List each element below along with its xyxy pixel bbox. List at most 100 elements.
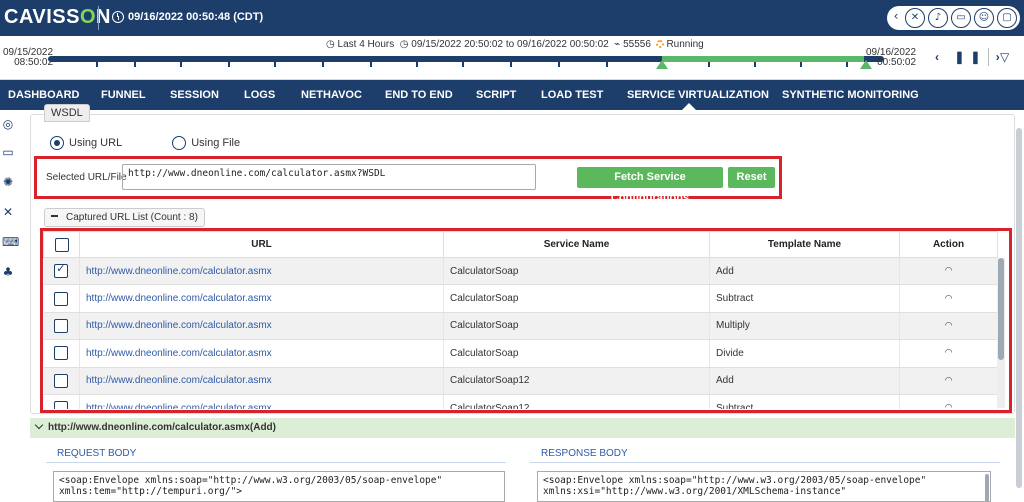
timeline-selected-range[interactable] [662,56,864,62]
filter-icon[interactable]: ▽ [1000,50,1009,64]
url-cell[interactable]: http://www.dneonline.com/calculator.asmx [79,339,444,368]
table-row[interactable]: http://www.dneonline.com/calculator.asmx… [43,367,998,395]
table-row[interactable]: http://www.dneonline.com/calculator.asmx… [43,284,998,313]
tools-icon[interactable]: ✕ [905,8,925,28]
nav-synthetic-monitoring[interactable]: SYNTHETIC MONITORING [782,89,919,101]
laptop-icon[interactable]: ⌨ [2,236,19,248]
users-icon[interactable]: ♣ [2,266,14,278]
settings-icon[interactable]: ✺ [2,176,14,188]
gauge-icon[interactable]: ◠ [899,284,998,313]
captured-url-list-toggle[interactable]: Captured URL List (Count : 8) [44,208,205,227]
row-select-cell [43,257,80,286]
template-name-cell: Subtract [709,394,900,409]
header-datetime: 09/16/2022 00:50:48 (CDT) [128,11,264,23]
column-header-service-name[interactable]: Service Name [443,231,710,258]
row-checkbox[interactable] [54,291,69,306]
globe-icon[interactable]: ◎ [2,118,14,130]
timeline-count: 55556 [623,39,651,50]
timeline-info[interactable]: ◷ Last 4 Hours ◷ 09/15/2022 20:50:02 to … [326,39,704,50]
gauge-icon[interactable]: ◠ [899,257,998,286]
nav-end-to-end[interactable]: END TO END [385,89,453,101]
url-cell[interactable]: http://www.dneonline.com/calculator.asmx [79,394,444,409]
table-row[interactable]: http://www.dneonline.com/calculator.asmx… [43,339,998,368]
response-body-tab[interactable]: RESPONSE BODY [541,448,628,459]
timeline-playback-controls[interactable]: ‹ ❚❚ › [935,50,1006,64]
using-file-label: Using File [191,137,241,149]
timeline-tick [274,62,276,67]
row-checkbox[interactable] [54,401,69,409]
screen-icon[interactable]: ▢ [997,8,1017,28]
nav-funnel[interactable]: FUNNEL [101,89,146,101]
request-body-tab[interactable]: REQUEST BODY [57,448,136,459]
monitor-icon[interactable]: ▭ [951,8,971,28]
tools-icon[interactable]: ✕ [2,206,14,218]
url-cell[interactable]: http://www.dneonline.com/calculator.asmx [79,257,444,286]
table-row[interactable]: http://www.dneonline.com/calculator.asmx… [43,312,998,341]
row-checkbox[interactable] [54,346,69,361]
row-select-cell [43,284,80,313]
row-select-cell [43,367,80,395]
wsdl-tab[interactable]: WSDL [44,104,90,122]
column-header-template-name[interactable]: Template Name [709,231,900,258]
gauge-icon[interactable]: ◠ [899,339,998,368]
timeline-bar: 09/15/2022 08:50:02 ◷ Last 4 Hours ◷ 09/… [0,36,1024,80]
clock-icon [112,11,124,23]
monitor-icon[interactable]: ▭ [2,146,14,158]
service-name-cell: CalculatorSoap12 [443,394,710,409]
fetch-service-configurations-button[interactable]: Fetch Service Configurations [577,167,723,204]
timeline-end-time: 00:50:02 [877,57,917,68]
using-file-radio[interactable] [172,136,187,150]
url-input[interactable]: http://www.dneonline.com/calculator.asmx… [122,164,536,190]
using-url-radio[interactable] [50,136,64,150]
cavisson-logo[interactable]: CAVISSON [4,6,111,29]
gauge-icon[interactable]: ◠ [899,394,998,409]
back-icon[interactable]: ‹ [890,8,902,28]
timeline-track[interactable] [48,56,884,62]
nav-service-virtualization[interactable]: SERVICE VIRTUALIZATION [627,89,769,101]
row-checkbox[interactable] [54,262,69,279]
page-scrollbar[interactable] [1016,128,1022,488]
timeline-start: 09/15/2022 08:50:02 [3,48,53,68]
alert-icon[interactable]: ♪ [928,8,948,28]
template-name-cell: Subtract [709,284,900,313]
nav-session[interactable]: SESSION [170,89,219,101]
header-icon-group: ‹ ✕ ♪ ▭ ☺ ▢ [887,6,1020,30]
timeline-status: Running [666,39,704,50]
reset-button[interactable]: Reset [728,167,775,188]
column-header-url[interactable]: URL [79,231,444,258]
nav-logs[interactable]: LOGS [244,89,275,101]
nav-nethavoc[interactable]: NETHAVOC [301,89,362,101]
using-url-label: Using URL [69,137,123,149]
gauge-icon[interactable]: ◠ [899,312,998,341]
request-body-editor[interactable]: <soap:Envelope xmlns:soap="http://www.w3… [53,471,505,502]
response-body-editor[interactable]: <soap:Envelope xmlns:soap="http://www.w3… [537,471,991,502]
nav-script[interactable]: SCRIPT [476,89,516,101]
table-scrollbar-thumb[interactable] [998,258,1004,360]
row-select-cell [43,394,80,409]
detail-accordion-header[interactable]: http://www.dneonline.com/calculator.asmx… [30,418,1015,438]
timeline-tick [322,62,324,67]
clock-icon: ◷ [399,39,409,50]
response-body-scrollbar[interactable] [985,474,989,502]
timeline-tick [370,62,372,67]
template-name-cell: Multiply [709,312,900,341]
timeline-tick [228,62,230,67]
url-cell[interactable]: http://www.dneonline.com/calculator.asmx [79,284,444,313]
timeline-start-handle[interactable] [656,60,668,69]
url-cell[interactable]: http://www.dneonline.com/calculator.asmx [79,367,444,395]
timeline-divider [988,48,989,66]
table-row[interactable]: http://www.dneonline.com/calculator.asmx… [43,257,998,286]
select-all-checkbox[interactable] [54,237,69,252]
row-checkbox[interactable] [54,373,69,388]
url-cell[interactable]: http://www.dneonline.com/calculator.asmx [79,312,444,341]
nav-load-test[interactable]: LOAD TEST [541,89,603,101]
row-checkbox[interactable] [54,318,69,333]
active-nav-indicator [682,103,696,110]
column-header-action: Action [899,231,998,258]
nav-dashboard[interactable]: DASHBOARD [8,89,80,101]
table-row[interactable]: http://www.dneonline.com/calculator.asmx… [43,394,998,409]
request-body-divider [46,462,506,463]
gauge-icon[interactable]: ◠ [899,367,998,395]
left-sidebar: ◎ ▭ ✺ ✕ ⌨ ♣ [0,110,19,502]
user-icon[interactable]: ☺ [974,8,994,28]
